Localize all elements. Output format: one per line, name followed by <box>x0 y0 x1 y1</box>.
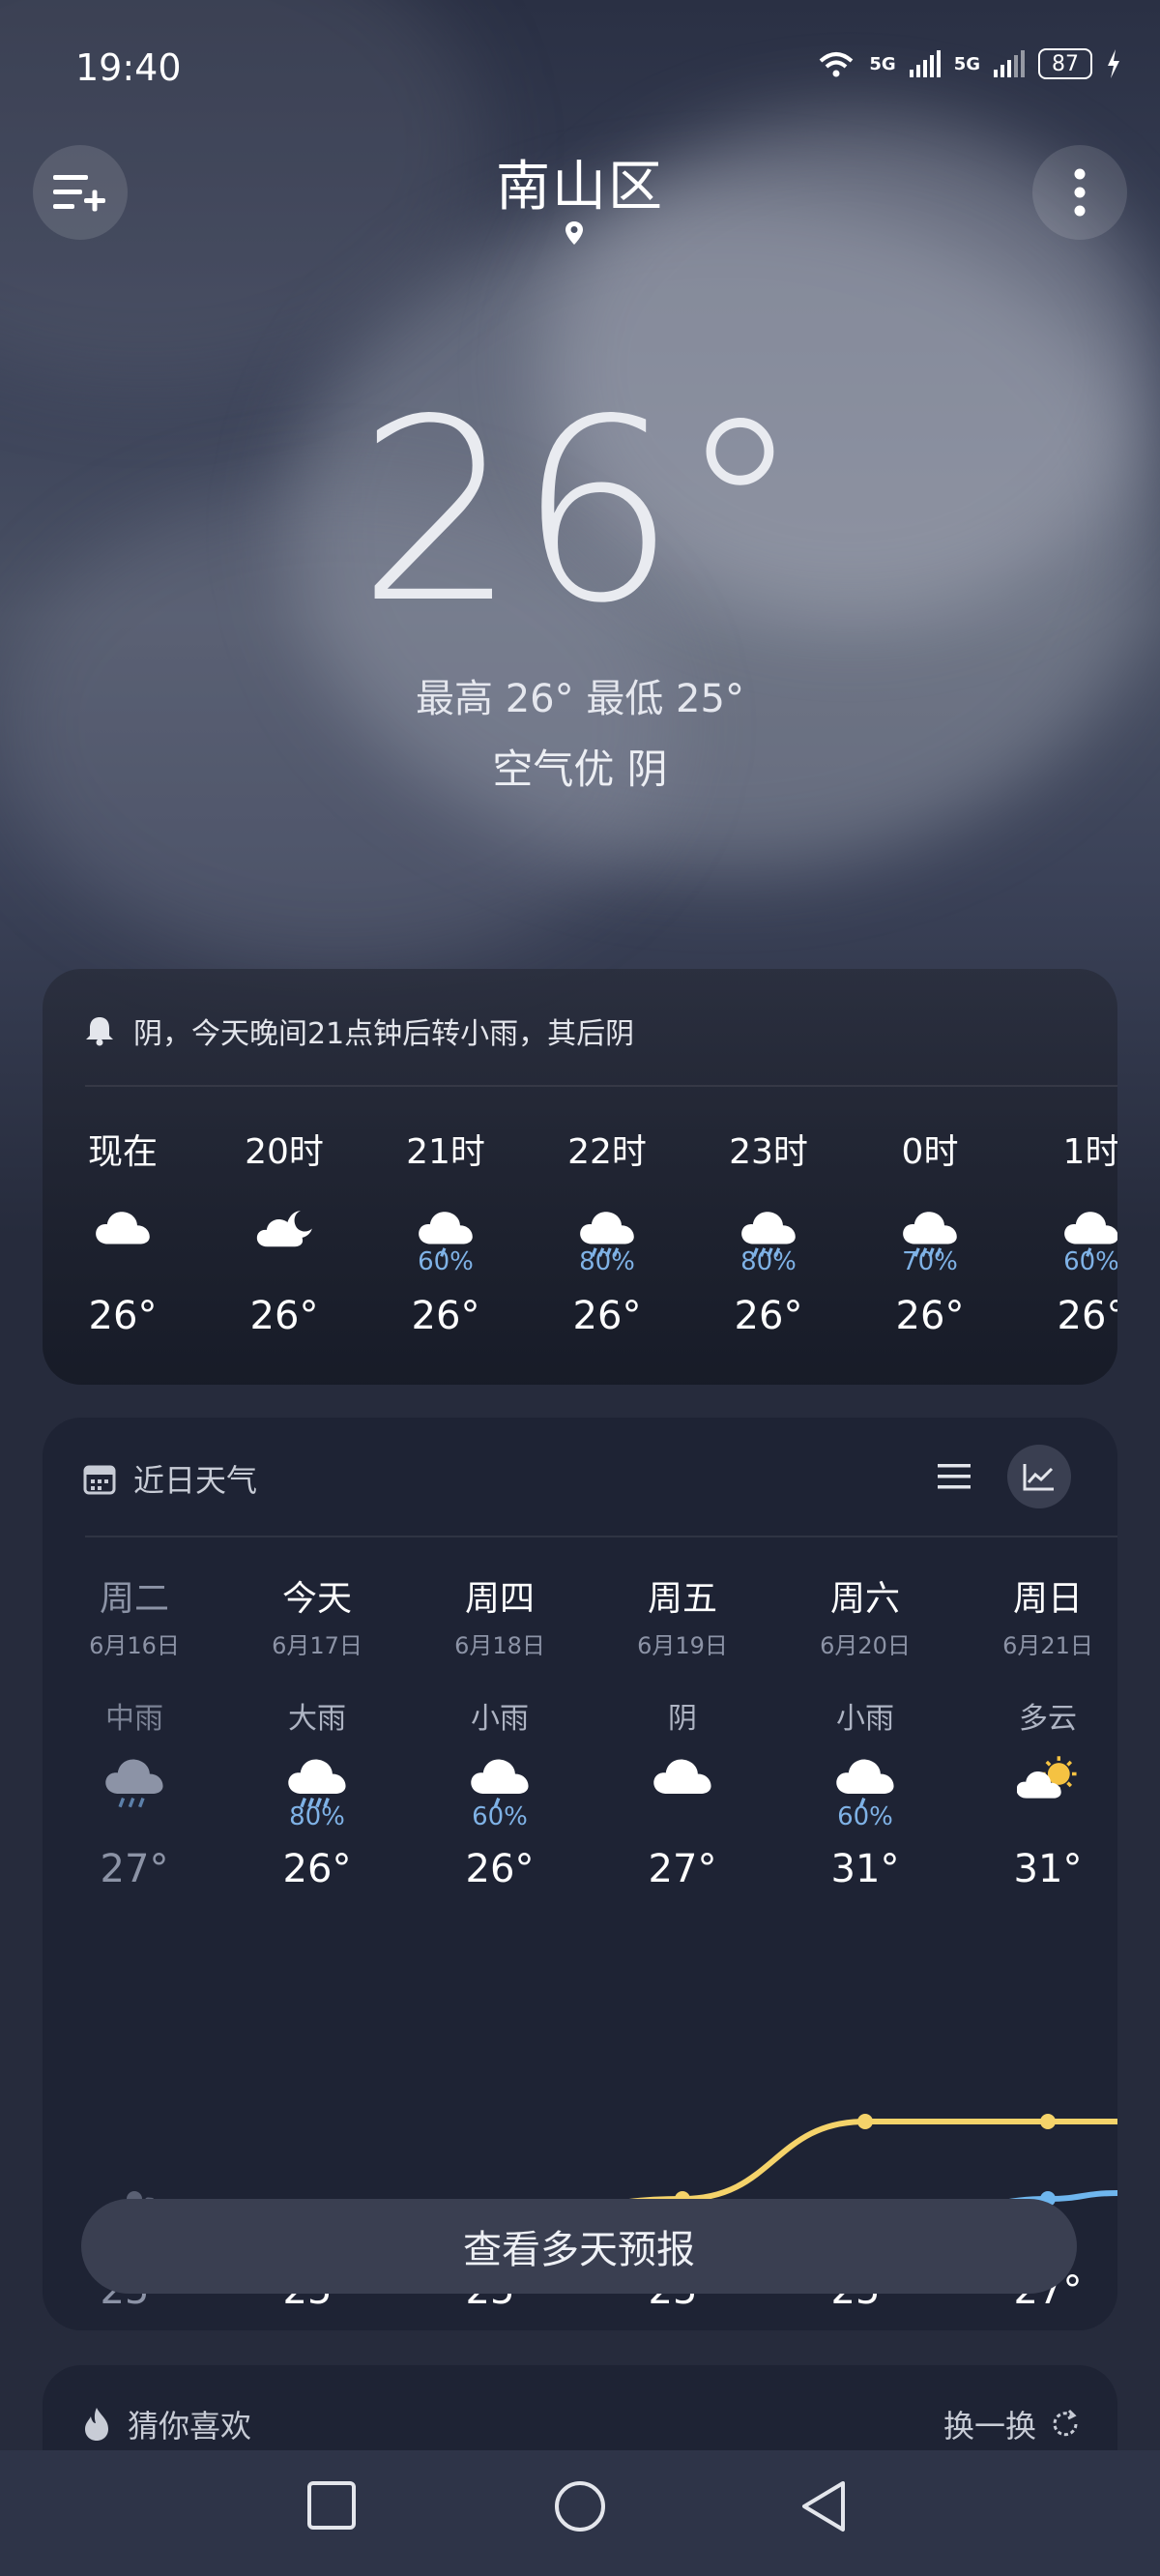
back-button[interactable] <box>798 2479 851 2533</box>
partly-cloudy-icon <box>1016 1754 1079 1808</box>
day-date: 6月17日 <box>272 1632 362 1659</box>
hour-temperature: 26° <box>249 1294 319 1338</box>
hour-temperature: 26° <box>88 1294 158 1338</box>
day-date: 6月18日 <box>454 1632 545 1659</box>
hour-temperature: 26° <box>1057 1294 1117 1338</box>
precip-chance: 80% <box>289 1802 345 1831</box>
bell-icon <box>86 1017 113 1046</box>
cloud-moon-icon <box>255 1207 313 1257</box>
day-high: 27° <box>100 1847 169 1891</box>
day-high: 31° <box>1013 1847 1083 1891</box>
day-date: 6月16日 <box>89 1632 180 1659</box>
day-name: 周四 <box>464 1579 535 1619</box>
network-label-2: 5G <box>953 53 980 74</box>
daily-title: 近日天气 <box>133 1462 258 1499</box>
precip-chance: 60% <box>837 1802 893 1831</box>
list-view-button[interactable] <box>922 1445 986 1508</box>
hour-temperature: 26° <box>411 1294 480 1338</box>
hour-temperature: 26° <box>895 1294 965 1338</box>
recommend-title: 猜你喜欢 <box>128 2408 252 2444</box>
precip-chance: 80% <box>740 1247 797 1276</box>
home-button[interactable] <box>553 2479 607 2533</box>
day-name: 周二 <box>99 1579 169 1619</box>
divider <box>85 1536 1117 1537</box>
day-high: 27° <box>648 1847 717 1891</box>
day-high: 31° <box>830 1847 900 1891</box>
recent-apps-button[interactable] <box>305 2479 358 2532</box>
day-weather: 多云 <box>1019 1702 1077 1736</box>
day-name: 今天 <box>281 1579 352 1619</box>
day-weather: 中雨 <box>105 1702 163 1736</box>
status-icons: 5G 5G 87 <box>817 48 1121 79</box>
day-name: 周五 <box>647 1579 717 1619</box>
network-label-1: 5G <box>869 53 896 74</box>
battery-icon: 87 <box>1038 48 1092 79</box>
current-temperature: 26° <box>357 366 803 659</box>
daily-header: 近日天气 <box>83 1456 257 1501</box>
hour-label: 1时 <box>1062 1132 1117 1172</box>
divider <box>85 1085 1117 1087</box>
alert-text: 阴，今天晚间21点钟后转小雨，其后阴 <box>133 1017 635 1051</box>
recommend-header: 猜你喜欢 <box>83 2402 251 2446</box>
hour-label: 23时 <box>729 1132 808 1172</box>
location-pin-icon <box>566 221 583 245</box>
day-weather: 阴 <box>668 1702 697 1736</box>
heavy-rain-icon <box>286 1754 348 1808</box>
system-nav-bar <box>0 2450 1160 2576</box>
day-weather: 小雨 <box>836 1702 894 1736</box>
hour-label: 20时 <box>245 1132 324 1172</box>
line-chart-icon <box>1023 1464 1054 1491</box>
day-weather: 大雨 <box>288 1702 346 1736</box>
day-date: 6月21日 <box>1002 1632 1093 1659</box>
hour-label: 现在 <box>87 1132 158 1172</box>
high-low-temperature: 最高 26° 最低 25° <box>416 677 744 721</box>
moderate-rain-icon <box>103 1754 165 1808</box>
hour-label: 22时 <box>567 1132 647 1172</box>
day-weather: 小雨 <box>471 1702 529 1736</box>
weather-alert: 阴，今天晚间21点钟后转小雨，其后阴 <box>85 1010 634 1052</box>
hour-temperature: 26° <box>734 1294 803 1338</box>
light-rain-icon <box>469 1754 531 1808</box>
hour-label: 21时 <box>406 1132 485 1172</box>
status-time: 19:40 <box>75 46 182 89</box>
precip-chance: 60% <box>418 1247 474 1276</box>
day-date: 6月20日 <box>820 1632 911 1659</box>
hour-temperature: 26° <box>572 1294 642 1338</box>
day-high: 26° <box>465 1847 535 1891</box>
precip-chance: 70% <box>902 1247 958 1276</box>
precip-chance: 60% <box>472 1802 528 1831</box>
refresh-icon <box>1053 2409 1078 2437</box>
hour-label: 0时 <box>901 1132 959 1172</box>
high-temp-point <box>1040 2114 1056 2129</box>
high-temp-point <box>857 2114 873 2129</box>
city-title[interactable]: 南山区 <box>0 143 1160 221</box>
cloud-icon <box>94 1207 152 1257</box>
list-icon <box>938 1464 971 1489</box>
day-high: 26° <box>282 1847 352 1891</box>
air-quality-condition[interactable]: 空气优 阴 <box>0 737 1160 796</box>
refresh-button[interactable]: 换一换 <box>943 2402 1081 2446</box>
chart-view-button[interactable] <box>1007 1445 1071 1508</box>
signal-icon-1 <box>909 50 941 77</box>
day-date: 6月19日 <box>637 1632 728 1659</box>
refresh-label: 换一换 <box>942 2408 1036 2444</box>
view-more-forecast-button[interactable]: 查看多天预报 <box>81 2199 1077 2294</box>
calendar-icon <box>83 1465 116 1495</box>
precip-chance: 60% <box>1063 1247 1117 1276</box>
charging-icon <box>1108 49 1119 78</box>
wifi-icon <box>820 52 854 77</box>
daily-forecast-card[interactable]: 近日天气 周二6月16日中雨27°25°今天6月17日大雨80%26°25°周四… <box>43 1418 1117 2330</box>
cloud-icon <box>652 1754 713 1808</box>
flame-icon <box>85 2408 108 2441</box>
light-rain-icon <box>834 1754 896 1808</box>
day-name: 周六 <box>829 1579 900 1619</box>
status-bar: 19:40 5G 5G 87 <box>0 0 1160 135</box>
battery-level: 87 <box>1052 51 1079 76</box>
precip-chance: 80% <box>579 1247 635 1276</box>
hourly-forecast-card[interactable]: 阴，今天晚间21点钟后转小雨，其后阴 现在 26° 20时 26° 21时 60% 26° 2… <box>43 969 1117 1385</box>
signal-icon-2 <box>994 50 1025 77</box>
day-name: 周日 <box>1012 1579 1083 1619</box>
